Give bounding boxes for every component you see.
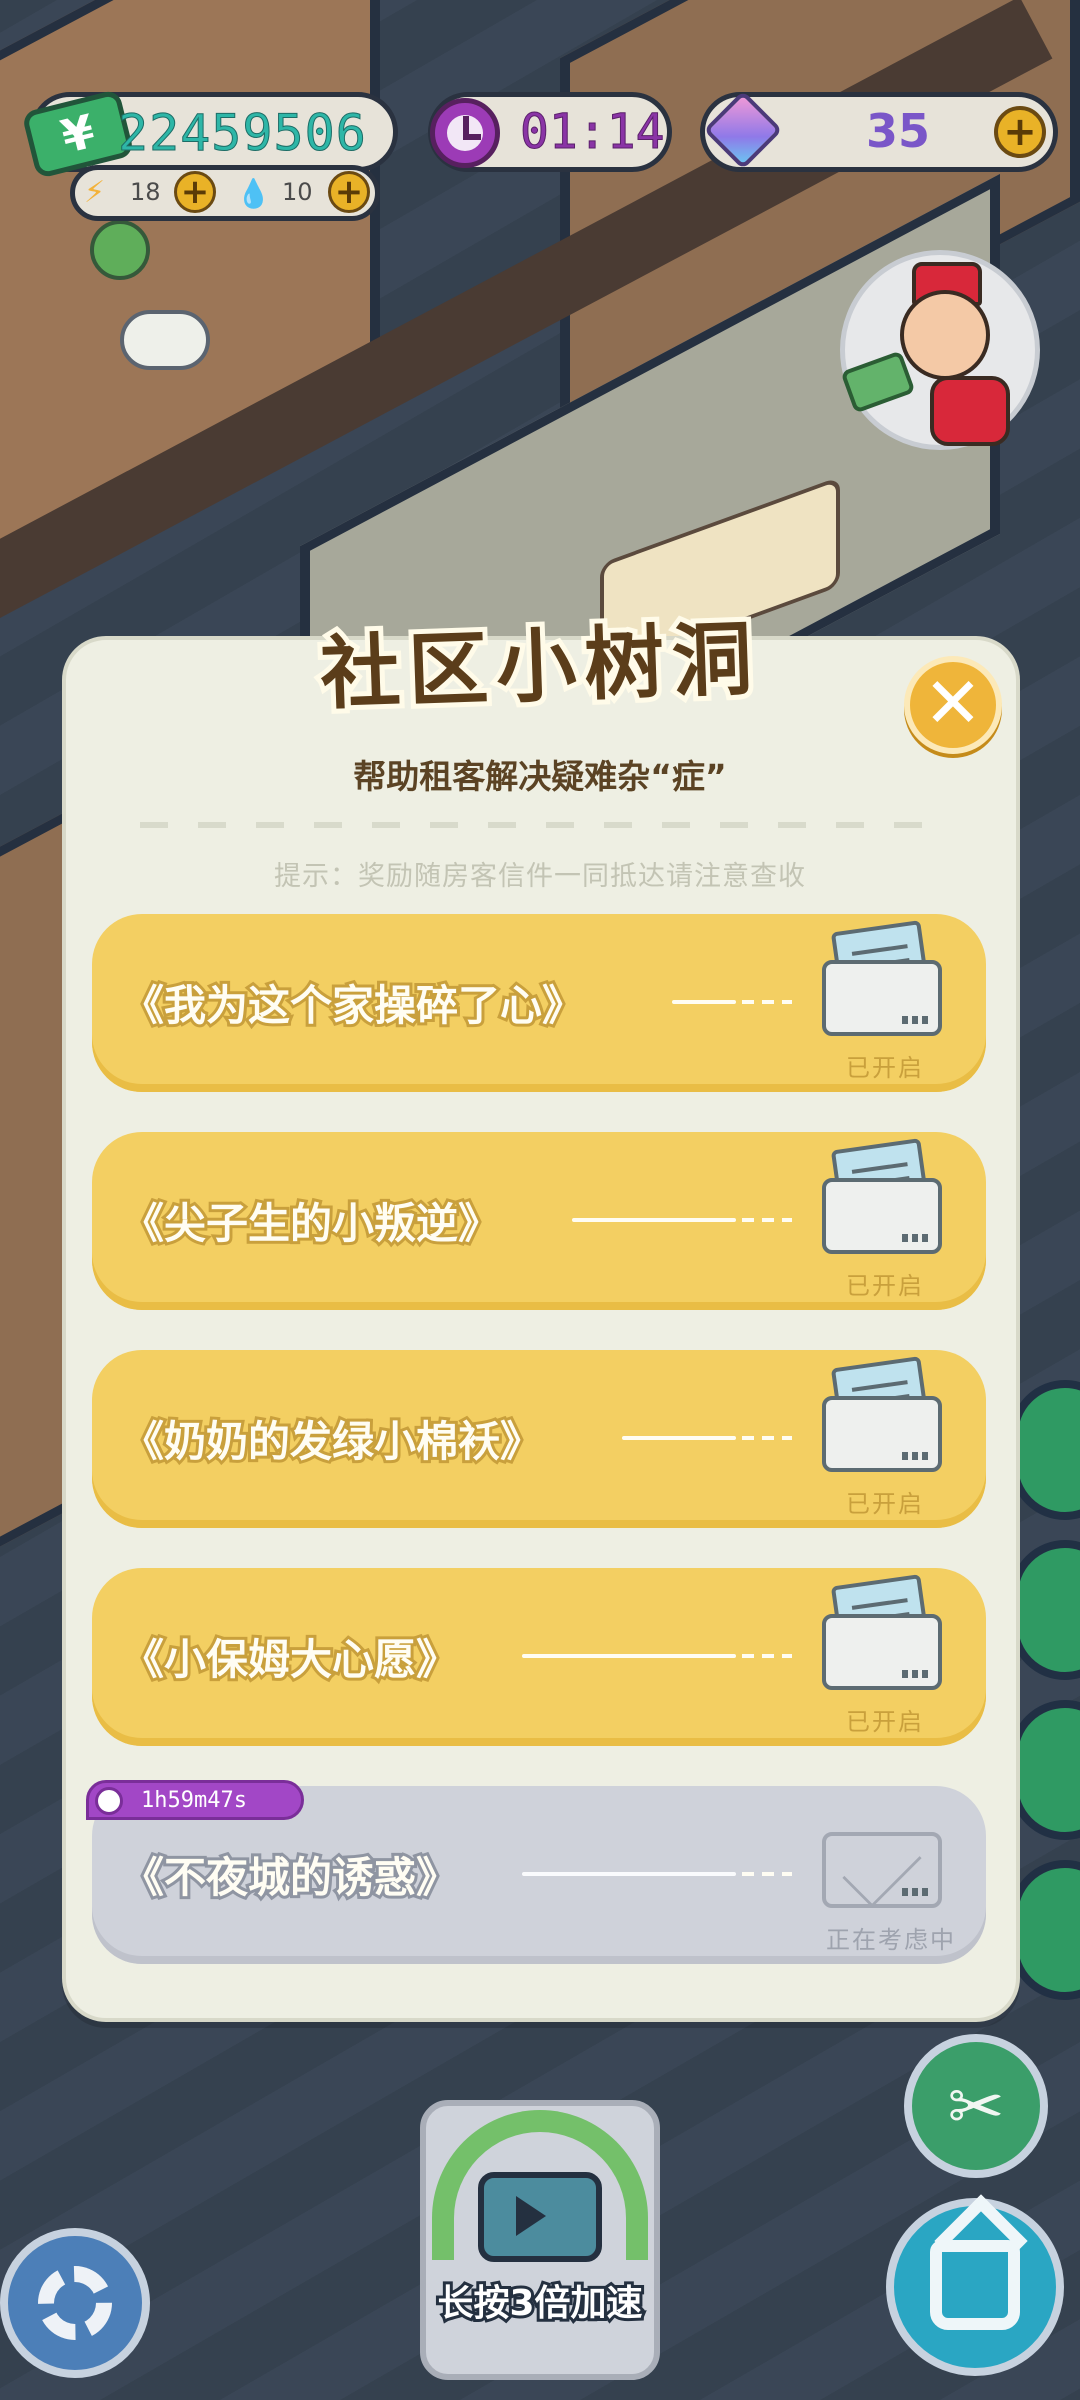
speed-up-label: 长按3倍加速 [434, 2280, 645, 2327]
home-icon [930, 2240, 1020, 2330]
countdown-text: 1h59m47s [141, 1788, 247, 1813]
letter-card[interactable]: 《尖子生的小叛逆》 已开启 [92, 1132, 986, 1310]
open-envelope-icon [822, 920, 942, 1036]
letter-title: 《奶奶的发绿小棉袄》 [119, 1414, 545, 1469]
clock-icon [95, 1787, 123, 1815]
letter-status: 正在考虑中 [826, 1926, 956, 1954]
energy-value: 18 [130, 178, 161, 206]
letter-status: 已开启 [846, 1272, 924, 1300]
lightning-icon: ⚡ [84, 175, 106, 210]
card-line [672, 1000, 736, 1004]
card-line [522, 1654, 736, 1658]
gem-value: 35 [866, 104, 931, 158]
water-drop-icon: 💧 [236, 177, 271, 210]
character-face [900, 290, 990, 380]
card-line [622, 1436, 736, 1440]
scene-plant [90, 220, 150, 280]
card-line [742, 1218, 792, 1222]
dialog-subtitle: 帮助租客解决疑难杂“症” [353, 757, 727, 796]
hint-text: 提示：奖励随房客信件一同抵达请注意查收 [274, 861, 806, 892]
letter-status: 已开启 [846, 1708, 924, 1736]
letter-card[interactable]: 《我为这个家操碎了心》 已开启 [92, 914, 986, 1092]
card-line [572, 1218, 736, 1222]
open-envelope-icon [822, 1356, 942, 1472]
divider [140, 822, 940, 828]
letter-title: 《小保姆大心愿》 [119, 1632, 461, 1687]
card-line [742, 1436, 792, 1440]
letter-status: 已开启 [846, 1490, 924, 1518]
tools-icon: ✂ [947, 2068, 1005, 2147]
water-value: 10 [282, 178, 313, 206]
letter-title: 《不夜城的诱惑》 [119, 1850, 461, 1905]
card-line [742, 1000, 792, 1004]
add-gems-button[interactable]: + [994, 106, 1046, 158]
card-line [742, 1872, 792, 1876]
closed-envelope-icon [822, 1798, 942, 1908]
scene-toilet [120, 310, 210, 370]
card-line [522, 1872, 736, 1876]
card-line [742, 1654, 792, 1658]
clock-hand [463, 134, 481, 140]
close-button[interactable]: ✕ [904, 656, 1002, 754]
letter-title: 《尖子生的小叛逆》 [119, 1196, 503, 1251]
letter-status: 已开启 [846, 1054, 924, 1082]
character-body [930, 376, 1010, 446]
letter-title: 《我为这个家操碎了心》 [119, 978, 587, 1033]
open-envelope-icon [822, 1138, 942, 1254]
add-water-button[interactable]: + [328, 171, 370, 213]
time-value: 01:14 [520, 104, 665, 161]
letter-card[interactable]: 《小保姆大心愿》 已开启 [92, 1568, 986, 1746]
countdown-badge: 1h59m47s [86, 1780, 304, 1820]
add-energy-button[interactable]: + [174, 171, 216, 213]
fast-forward-icon [516, 2196, 546, 2236]
money-value: 22459506 [118, 104, 367, 163]
letter-card[interactable]: 《奶奶的发绿小棉袄》 已开启 [92, 1350, 986, 1528]
gear-icon [38, 2266, 112, 2340]
open-envelope-icon [822, 1574, 942, 1690]
